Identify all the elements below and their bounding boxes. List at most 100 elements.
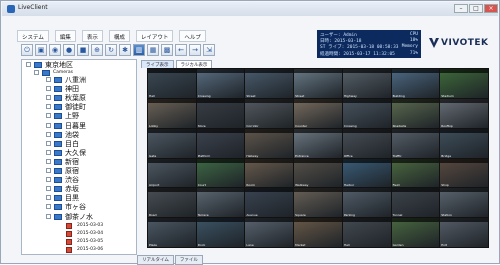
expand-toggle-icon[interactable] bbox=[46, 104, 51, 109]
expand-toggle-icon[interactable] bbox=[46, 204, 51, 209]
tree-item-station[interactable]: 神田 bbox=[22, 85, 136, 93]
tree-item-station[interactable]: 日暮里 bbox=[22, 122, 136, 130]
save-button[interactable]: ▣ bbox=[35, 44, 47, 56]
camera-tile[interactable]: Harbor bbox=[343, 159, 391, 188]
camera-tile[interactable]: Corridor bbox=[245, 99, 293, 128]
expand-toggle-icon[interactable] bbox=[46, 159, 51, 164]
tree-item-station[interactable]: 池袋 bbox=[22, 131, 136, 139]
camera-tile[interactable]: Office bbox=[343, 129, 391, 158]
menu-item[interactable]: 編集 bbox=[55, 30, 76, 42]
expand-toggle-icon[interactable] bbox=[46, 214, 51, 219]
expand-toggle-icon[interactable] bbox=[46, 86, 51, 91]
expand-toggle-icon[interactable] bbox=[46, 195, 51, 200]
tree-item-station[interactable]: 目黒 bbox=[22, 194, 136, 202]
minimize-button[interactable]: – bbox=[454, 4, 468, 13]
tree-item-station[interactable]: 御茶ノ水 bbox=[22, 213, 136, 221]
camera-tile[interactable]: Street bbox=[294, 69, 342, 98]
camera-tile[interactable]: Dock bbox=[197, 218, 245, 247]
record-button[interactable]: ● bbox=[63, 44, 75, 56]
camera-tile[interactable]: Walkway bbox=[294, 159, 342, 188]
close-button[interactable]: × bbox=[484, 4, 498, 13]
camera-tile[interactable]: Street bbox=[245, 69, 293, 98]
camera-tile[interactable]: Shop bbox=[440, 159, 488, 188]
camera-tile[interactable]: Garden bbox=[392, 218, 440, 247]
camera-tile[interactable]: Building bbox=[392, 69, 440, 98]
camera-tile[interactable]: Roadside bbox=[392, 99, 440, 128]
camera-tile[interactable]: Hallway bbox=[245, 129, 293, 158]
expand-toggle-icon[interactable] bbox=[46, 186, 51, 191]
tree-item-recording[interactable]: 2015-03-06 bbox=[22, 246, 136, 254]
camera-tile[interactable]: Parking bbox=[343, 188, 391, 217]
tab-view[interactable]: ライブ表示 bbox=[141, 60, 174, 68]
expand-toggle-icon[interactable] bbox=[46, 77, 51, 82]
tree-item-station[interactable]: 上野 bbox=[22, 112, 136, 120]
camera-tile[interactable]: Square bbox=[294, 188, 342, 217]
expand-toggle-icon[interactable] bbox=[26, 62, 31, 67]
tab-view[interactable]: ラジカル表示 bbox=[176, 60, 213, 68]
menu-item[interactable]: システム bbox=[17, 30, 49, 42]
maximize-button[interactable]: □ bbox=[469, 4, 483, 13]
camera-tile[interactable]: Hall bbox=[343, 218, 391, 247]
expand-toggle-icon[interactable] bbox=[46, 113, 51, 118]
snapshot-button[interactable]: ◉ bbox=[49, 44, 61, 56]
camera-tile[interactable]: Lobby bbox=[148, 99, 196, 128]
expand-toggle-icon[interactable] bbox=[46, 95, 51, 100]
camera-tile[interactable]: Highway bbox=[343, 69, 391, 98]
expand-toggle-icon[interactable] bbox=[46, 123, 51, 128]
export-button[interactable]: ⇲ bbox=[203, 44, 215, 56]
camera-tile[interactable]: Exit bbox=[440, 218, 488, 247]
expand-toggle-icon[interactable] bbox=[46, 168, 51, 173]
menu-item[interactable]: 表示 bbox=[82, 30, 103, 42]
layout-4-button[interactable]: ▦ bbox=[147, 44, 159, 56]
camera-tile[interactable]: Room bbox=[245, 159, 293, 188]
tree-item-recording[interactable]: 2015-03-03 bbox=[22, 222, 136, 230]
camera-tile[interactable]: Platform bbox=[197, 129, 245, 158]
tree-item-station[interactable]: 目白 bbox=[22, 140, 136, 148]
forward-button[interactable]: → bbox=[189, 44, 201, 56]
camera-tile[interactable]: Lane bbox=[245, 218, 293, 247]
camera-tile[interactable]: Tunnel bbox=[392, 188, 440, 217]
tree-item-station[interactable]: 原宿 bbox=[22, 167, 136, 175]
stop-button[interactable]: ■ bbox=[77, 44, 89, 56]
camera-tile[interactable]: Crossing bbox=[197, 69, 245, 98]
camera-tile[interactable]: Hall bbox=[148, 69, 196, 98]
tree-root[interactable]: 東京地区 bbox=[22, 61, 136, 69]
tree-item-station[interactable]: 御徒町 bbox=[22, 103, 136, 111]
camera-tile[interactable]: Store bbox=[197, 99, 245, 128]
tree-item-recording[interactable]: 2015-03-07 bbox=[22, 254, 136, 255]
tree-item-recording[interactable]: 2015-03-05 bbox=[22, 238, 136, 246]
expand-toggle-icon[interactable] bbox=[46, 141, 51, 146]
camera-tile[interactable]: Court bbox=[197, 159, 245, 188]
power-button[interactable]: ⏻ bbox=[21, 44, 33, 56]
layout-2-button[interactable]: ▥ bbox=[133, 44, 145, 56]
expand-toggle-icon[interactable] bbox=[34, 70, 39, 75]
camera-tile[interactable]: Counter bbox=[294, 99, 342, 128]
tree-item-station[interactable]: 赤坂 bbox=[22, 185, 136, 193]
menu-item[interactable]: 構成 bbox=[109, 30, 130, 42]
tree-item-station[interactable]: 八重洲 bbox=[22, 76, 136, 84]
camera-tile[interactable]: Road bbox=[148, 188, 196, 217]
camera-tile[interactable]: Bridge bbox=[440, 129, 488, 158]
camera-tile[interactable]: Rooftop bbox=[440, 99, 488, 128]
camera-tile[interactable]: Terrace bbox=[197, 188, 245, 217]
tree-item-station[interactable]: 市ヶ谷 bbox=[22, 203, 136, 211]
layout-grid-button[interactable]: ▩ bbox=[161, 44, 173, 56]
refresh-button[interactable]: ↻ bbox=[105, 44, 117, 56]
tree-item-station[interactable]: 渋谷 bbox=[22, 176, 136, 184]
menu-item[interactable]: ヘルプ bbox=[179, 30, 206, 42]
back-button[interactable]: ← bbox=[175, 44, 187, 56]
camera-tile[interactable]: Field bbox=[392, 159, 440, 188]
camera-tile[interactable]: Avenue bbox=[245, 188, 293, 217]
expand-toggle-icon[interactable] bbox=[46, 132, 51, 137]
tree-item-recording[interactable]: 2015-03-04 bbox=[22, 230, 136, 238]
camera-tile[interactable]: Traffic bbox=[392, 129, 440, 158]
camera-tile[interactable]: Gate bbox=[148, 129, 196, 158]
expand-toggle-icon[interactable] bbox=[46, 177, 51, 182]
tree-item-station[interactable]: 秋葉原 bbox=[22, 94, 136, 102]
tree-item-station[interactable]: 大久保 bbox=[22, 149, 136, 157]
camera-tile[interactable]: Plaza bbox=[148, 218, 196, 247]
expand-toggle-icon[interactable] bbox=[46, 150, 51, 155]
camera-tile[interactable]: Stadium bbox=[440, 69, 488, 98]
menu-item[interactable]: レイアウト bbox=[136, 30, 174, 42]
camera-tile[interactable]: Entrance bbox=[294, 129, 342, 158]
